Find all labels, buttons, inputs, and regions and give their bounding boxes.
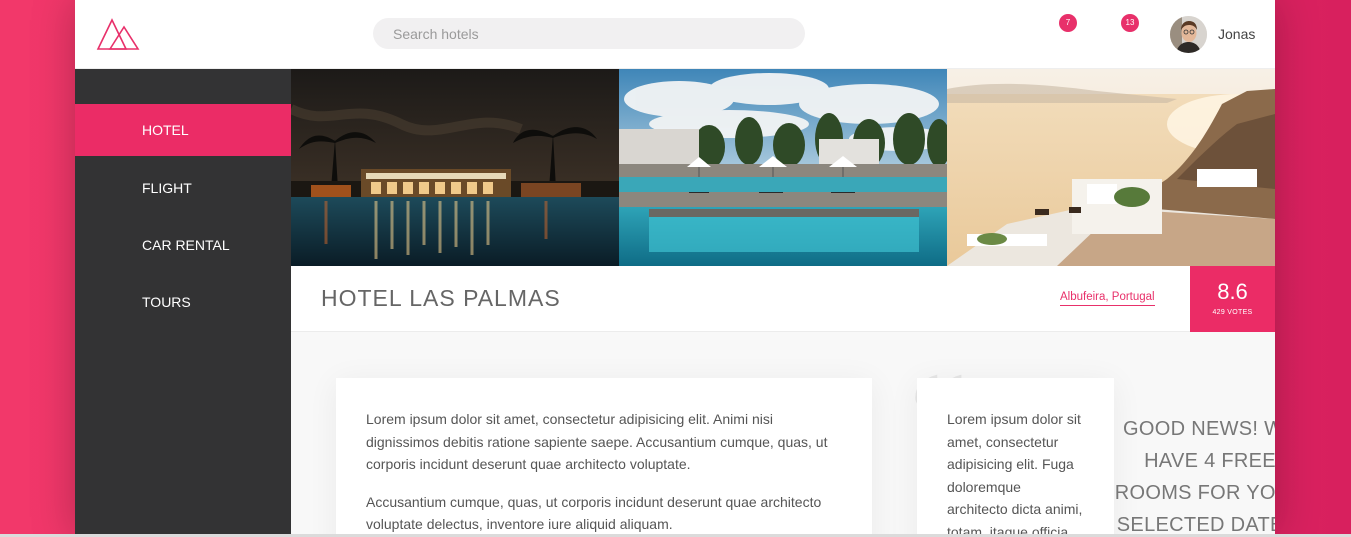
hotel-photo-3[interactable] <box>947 69 1275 266</box>
sidebar-item-car-rental[interactable]: CAR RENTAL <box>75 219 291 271</box>
messages-notification[interactable]: 13 <box>1121 14 1139 32</box>
bookmarks-notification[interactable]: 7 <box>1059 14 1077 32</box>
user-menu[interactable]: Jonas <box>1170 15 1255 53</box>
hotel-photo-1[interactable] <box>291 69 619 266</box>
avatar <box>1170 15 1207 53</box>
sidebar: HOTEL FLIGHT CAR RENTAL TOURS <box>75 69 291 537</box>
user-name: Jonas <box>1218 26 1256 42</box>
description-paragraph: Accusantium cumque, quas, ut corporis in… <box>366 493 822 533</box>
app-container: 7 13 Jonas HOTEL <box>75 0 1275 537</box>
sidebar-item-label: FLIGHT <box>142 180 192 196</box>
description-card: Lorem ipsum dolor sit amet, consectetur … <box>336 378 872 537</box>
notification-badge: 13 <box>1121 14 1139 32</box>
hotel-gallery <box>291 69 1275 266</box>
free-rooms-notice: GOOD NEWS! WE HAVE 4 FREE ROOMS FOR YOUR… <box>1114 418 1275 536</box>
hotel-title: HOTEL LAS PALMAS <box>321 285 561 311</box>
location-link[interactable]: Albufeira, Portugal <box>1060 291 1155 306</box>
sidebar-item-tours[interactable]: TOURS <box>75 276 291 328</box>
rating-badge: 8.6 429 VOTES <box>1190 266 1275 332</box>
sidebar-item-label: TOURS <box>142 294 191 310</box>
sidebar-item-hotel[interactable]: HOTEL <box>75 104 291 156</box>
search-input[interactable] <box>373 18 805 49</box>
rating-votes: 429 VOTES <box>1212 309 1253 316</box>
sidebar-item-flight[interactable]: FLIGHT <box>75 162 291 214</box>
logo-icon[interactable] <box>95 17 141 51</box>
description-paragraph: Lorem ipsum dolor sit amet, consectetur … <box>366 411 828 472</box>
hotel-overview: HOTEL LAS PALMAS Albufeira, Portugal 8.6… <box>291 266 1275 332</box>
rating-average: 8.6 <box>1217 279 1248 304</box>
top-bar: 7 13 Jonas <box>75 0 1275 69</box>
notification-badge: 7 <box>1059 14 1077 32</box>
sidebar-item-label: HOTEL <box>142 122 189 138</box>
sidebar-item-label: CAR RENTAL <box>142 237 230 253</box>
hotel-photo-2[interactable] <box>619 69 947 266</box>
review-text: Lorem ipsum dolor sit amet, consectetur … <box>947 411 1083 537</box>
review-card: Lorem ipsum dolor sit amet, consectetur … <box>917 378 1114 537</box>
